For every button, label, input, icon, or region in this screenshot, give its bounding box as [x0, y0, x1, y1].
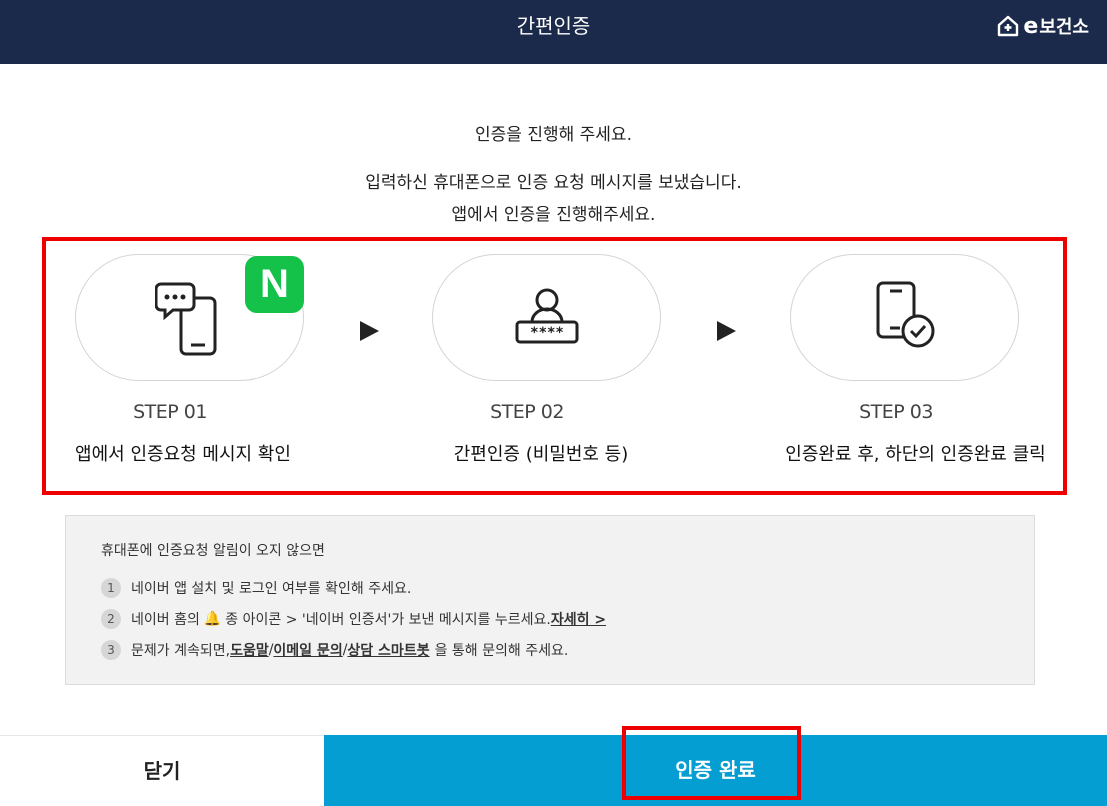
close-button[interactable]: 닫기	[0, 735, 324, 806]
notice-text: 문제가 계속되면,	[131, 643, 231, 659]
brand-logo: e 보건소	[996, 12, 1089, 40]
intro-text-2: 앱에서 인증을 진행해주세요.	[451, 205, 656, 225]
step2-description: 간편인증 (비밀번호 등)	[453, 444, 629, 465]
brand-prefix: e	[1023, 13, 1039, 39]
home-plus-icon	[998, 15, 1019, 37]
chatbot-link[interactable]: 상담 스마트봇	[347, 640, 429, 660]
step3-label: STEP 03	[859, 401, 933, 423]
number-badge: 2	[101, 609, 121, 629]
notice-text: 네이버 홈의	[131, 612, 200, 628]
step2-label: STEP 02	[490, 401, 564, 423]
header-bar: 간편인증 e 보건소	[0, 0, 1107, 64]
notice-item-2: 2 네이버 홈의 🔔 종 아이콘 > '네이버 인증서'가 보낸 메시지를 누르…	[101, 609, 606, 629]
email-inquiry-link[interactable]: 이메일 문의	[273, 640, 342, 660]
number-badge: 3	[101, 640, 121, 660]
notice-item-3: 3 문제가 계속되면, 도움말 / 이메일 문의 / 상담 스마트봇 을 통해 …	[101, 640, 568, 660]
auth-complete-button[interactable]: 인증 완료	[324, 735, 1107, 806]
notice-box: 휴대폰에 인증요청 알림이 오지 않으면 1 네이버 앱 설치 및 로그인 여부…	[65, 515, 1035, 685]
intro-heading: 인증을 진행해 주세요.	[475, 125, 632, 145]
arrow-right-icon	[717, 321, 736, 341]
notice-text: 종 아이콘 > '네이버 인증서'가 보낸 메시지를 누르세요.	[225, 612, 551, 628]
page-title: 간편인증	[516, 14, 591, 38]
help-link[interactable]: 도움말	[230, 640, 269, 660]
notice-item-1: 1 네이버 앱 설치 및 로그인 여부를 확인해 주세요.	[101, 578, 411, 598]
number-badge: 1	[101, 578, 121, 598]
step1-description: 앱에서 인증요청 메시지 확인	[75, 444, 291, 465]
step3-oval	[790, 254, 1019, 381]
notice-text: 네이버 앱 설치 및 로그인 여부를 확인해 주세요.	[131, 581, 412, 597]
brand-name: 보건소	[1039, 17, 1089, 38]
phone-check-icon	[876, 281, 934, 347]
bell-icon: 🔔	[203, 611, 222, 627]
arrow-right-icon	[360, 321, 379, 341]
step1-label: STEP 01	[133, 401, 207, 423]
step3-description: 인증완료 후, 하단의 인증완료 클릭	[785, 444, 1046, 465]
notice-title: 휴대폰에 인증요청 알림이 오지 않으면	[101, 543, 325, 559]
details-link[interactable]: 자세히 >	[551, 609, 606, 629]
notice-text: 을 통해 문의해 주세요.	[434, 643, 569, 659]
naver-logo-icon: N	[245, 256, 304, 313]
step2-oval: ****	[432, 254, 661, 381]
chat-phone-icon	[154, 282, 216, 355]
intro-text-1: 입력하신 휴대폰으로 인증 요청 메시지를 보냈습니다.	[365, 173, 742, 193]
svg-text:****: ****	[530, 325, 564, 341]
user-password-icon: ****	[515, 288, 578, 343]
